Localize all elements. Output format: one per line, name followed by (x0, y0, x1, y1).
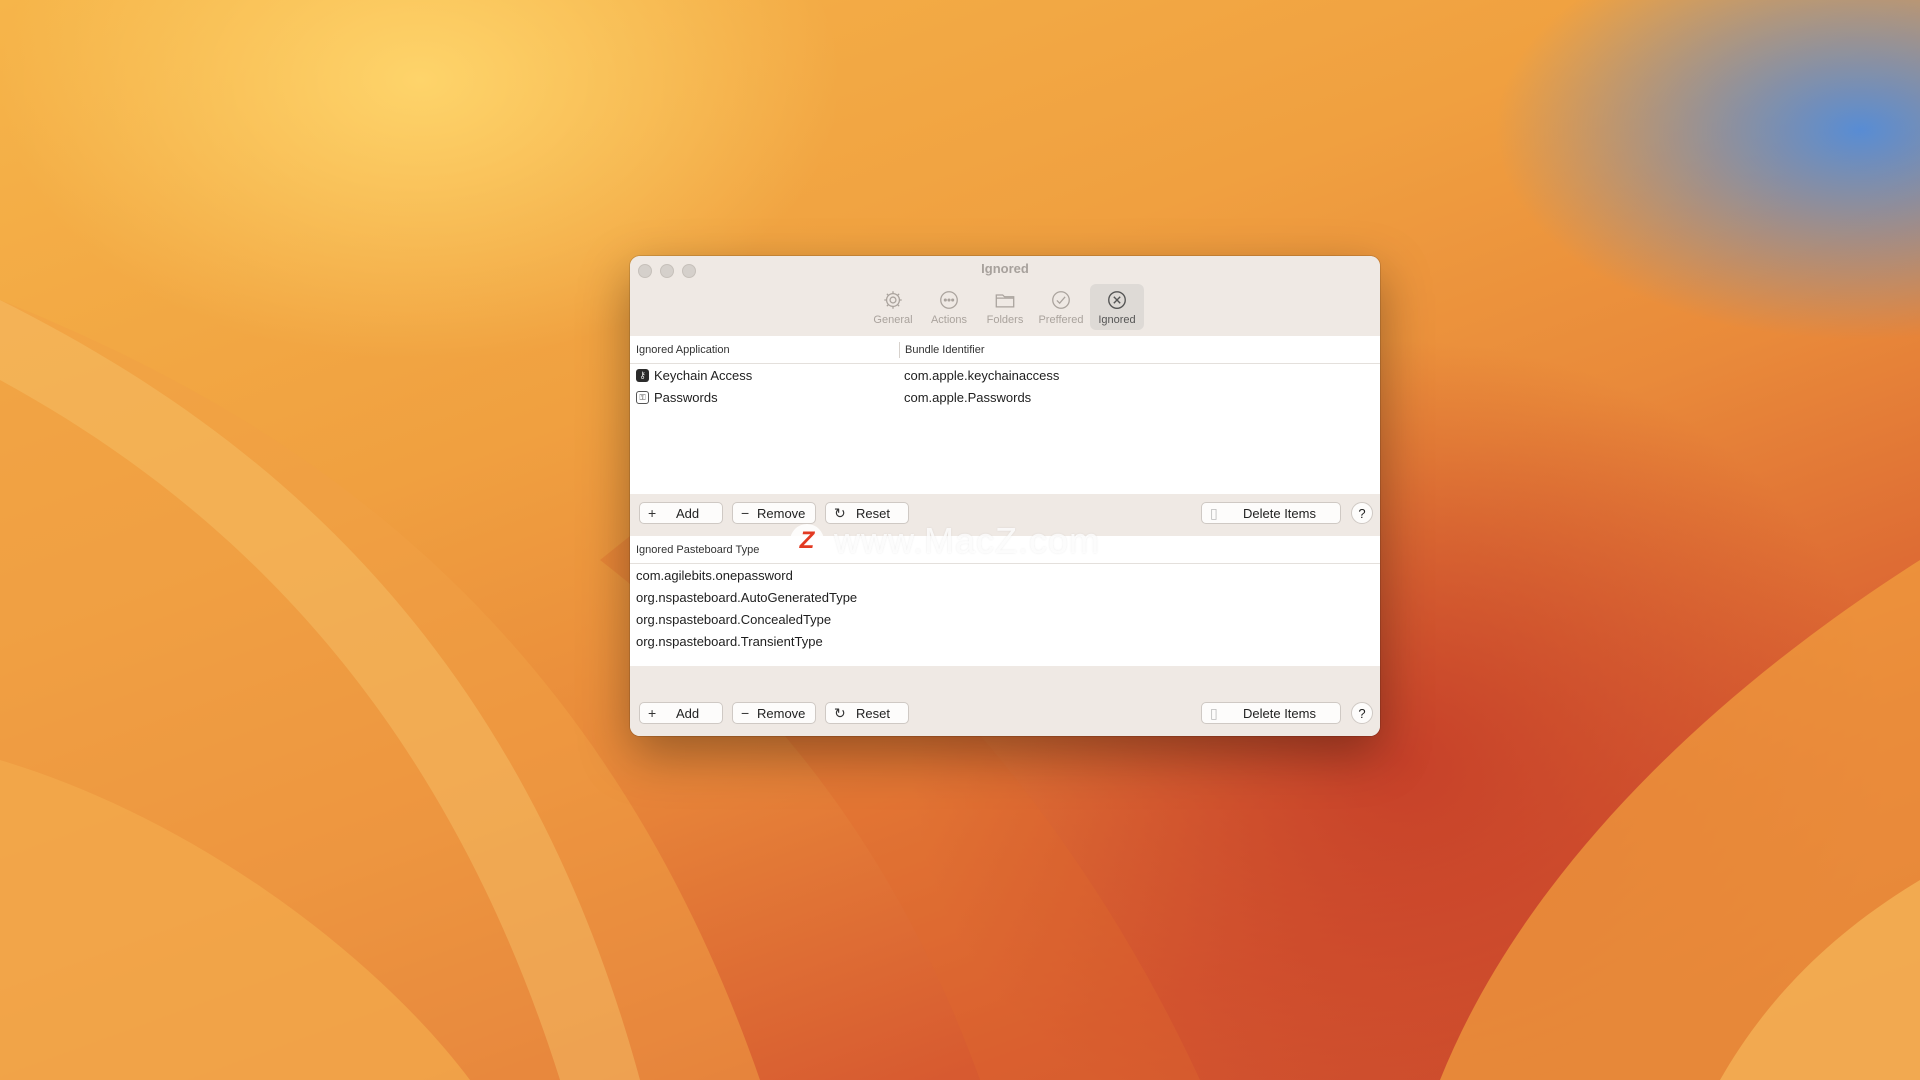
column-header-pasteboard-type[interactable]: Ignored Pasteboard Type (636, 544, 759, 556)
plus-icon: + (648, 505, 657, 521)
column-divider[interactable] (899, 342, 900, 358)
table-row[interactable]: com.agilebits.onepassword (630, 564, 1380, 586)
gear-icon (884, 290, 902, 309)
minus-icon: − (741, 705, 750, 721)
column-header-application[interactable]: Ignored Application (636, 344, 730, 356)
help-button[interactable]: ? (1351, 702, 1373, 724)
bundle-identifier: com.apple.keychainaccess (904, 368, 1060, 383)
pasteboard-button-bar: + Add − Remove ↻ Reset ▯ Delete Items ? (630, 694, 1380, 736)
tab-preffered-label: Preffered (1038, 313, 1084, 326)
window-title: Ignored (981, 261, 1029, 276)
plus-icon: + (648, 705, 657, 721)
tab-folders[interactable]: Folders (978, 284, 1032, 330)
tab-actions-label: Actions (930, 313, 968, 326)
delete-items-button[interactable]: ▯ Delete Items (1201, 702, 1341, 724)
passwords-icon: ⚿ (636, 391, 649, 404)
reset-pasteboard-button[interactable]: ↻ Reset (825, 702, 909, 724)
delete-items-button[interactable]: ▯ Delete Items (1201, 502, 1341, 524)
watermark-logo: Z (790, 524, 824, 558)
column-header-bundle-identifier[interactable]: Bundle Identifier (905, 344, 985, 356)
minus-icon: − (741, 505, 750, 521)
preferences-toolbar: General Actions Folders Preffered Ignore… (630, 284, 1380, 330)
trash-icon: ▯ (1210, 505, 1218, 521)
tab-general-label: General (873, 313, 913, 326)
xmark-circle-icon (1108, 290, 1126, 309)
tab-general[interactable]: General (866, 284, 920, 330)
tab-folders-label: Folders (986, 313, 1024, 326)
keychain-icon: ⚷ (636, 369, 649, 382)
app-name: Passwords (654, 390, 718, 405)
checkmark-circle-icon (1052, 290, 1070, 309)
add-application-button[interactable]: + Add (639, 502, 723, 524)
ellipsis-circle-icon (940, 290, 958, 309)
table-row[interactable]: org.nspasteboard.TransientType (630, 630, 1380, 652)
ignored-applications-table[interactable]: Ignored Application Bundle Identifier ⚷ K… (630, 336, 1380, 494)
pasteboard-type: org.nspasteboard.AutoGeneratedType (636, 590, 858, 605)
pasteboard-type: org.nspasteboard.TransientType (636, 634, 823, 649)
tab-actions[interactable]: Actions (922, 284, 976, 330)
reset-arrow-icon: ↻ (834, 705, 846, 721)
table-row[interactable]: ⚿ Passwords com.apple.Passwords (630, 386, 1380, 408)
tab-ignored-label: Ignored (1098, 313, 1136, 326)
table-header: Ignored Application Bundle Identifier (630, 336, 1380, 364)
help-button[interactable]: ? (1351, 502, 1373, 524)
watermark: Z www.MacZ.com (790, 518, 1100, 564)
pasteboard-type: com.agilebits.onepassword (636, 568, 793, 583)
tab-preffered[interactable]: Preffered (1034, 284, 1088, 330)
table-row[interactable]: ⚷ Keychain Access com.apple.keychainacces… (630, 364, 1380, 386)
watermark-text: www.MacZ.com (834, 520, 1101, 561)
folder-icon (995, 293, 1015, 308)
pasteboard-type: org.nspasteboard.ConcealedType (636, 612, 832, 627)
app-name: Keychain Access (654, 368, 753, 383)
remove-pasteboard-button[interactable]: − Remove (732, 702, 816, 724)
tab-ignored[interactable]: Ignored (1090, 284, 1144, 330)
preferences-window: Ignored General Actions Folders Preffere… (630, 256, 1380, 736)
table-row[interactable]: org.nspasteboard.AutoGeneratedType (630, 586, 1380, 608)
table-row[interactable]: org.nspasteboard.ConcealedType (630, 608, 1380, 630)
title-bar: Ignored General Actions Folders Preffere… (630, 256, 1380, 337)
add-pasteboard-button[interactable]: + Add (639, 702, 723, 724)
trash-icon: ▯ (1210, 705, 1218, 721)
bundle-identifier: com.apple.Passwords (904, 390, 1032, 405)
